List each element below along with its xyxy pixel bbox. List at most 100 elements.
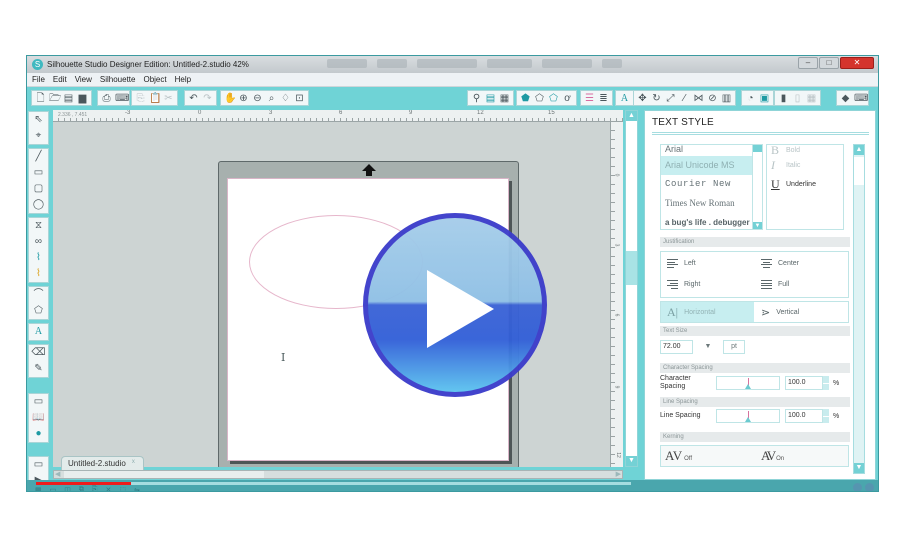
cut-settings-icon[interactable]: ▮ [778,93,789,104]
font-list[interactable]: Arial Arial Unicode MS Courier New Times… [660,144,763,230]
font-item[interactable]: Arial [661,145,762,156]
vertical-button[interactable]: ⋗ Vertical [755,302,849,322]
flip-icon[interactable]: ⇋ [134,486,140,491]
shear-icon[interactable]: ⁄ [679,93,690,104]
font-item-selected[interactable]: Arial Unicode MS [661,156,762,175]
grid-icon[interactable]: ▦ [806,93,817,104]
send-icon[interactable]: ⌨ [854,93,868,104]
menu-help[interactable]: Help [175,75,191,84]
text-style-icon[interactable]: A [619,93,630,104]
ellipse-tool-icon[interactable]: ◯ [31,197,47,213]
kerning-off-button[interactable]: AV Off [665,448,692,464]
line-style-icon[interactable]: ⬠ [534,93,545,104]
modify-icon[interactable]: ▥ [721,93,732,104]
shadow-icon[interactable]: ⬠ [548,93,559,104]
save-library-icon[interactable]: ▆ [77,93,88,104]
font-item[interactable]: Times New Roman [661,194,762,213]
help-icon[interactable] [865,483,874,491]
maximize-button[interactable]: □ [819,57,839,69]
line-spacing-slider[interactable] [716,409,780,423]
redo-icon[interactable]: ↷ [202,93,213,104]
text-tool-icon[interactable]: A [31,324,47,340]
scroll-up-icon[interactable]: ▲ [626,111,637,121]
offset-icon[interactable]: ◔ [745,93,756,104]
library-view-icon[interactable]: 📖 [31,410,47,426]
slider-knob[interactable] [745,384,751,389]
panel-scrollbar[interactable]: ▲ ▼ [853,144,865,474]
line-settings-icon[interactable]: ơ [562,93,573,104]
send-to-silhouette-icon[interactable]: ⌨ [115,93,129,104]
horizontal-scroll-thumb[interactable] [64,471,264,478]
horizontal-scrollbar[interactable]: ◀ ▶ [53,470,623,479]
font-list-scrollbar[interactable]: ▼ [752,145,762,229]
zoom-in-icon[interactable]: ⊕ [238,93,249,104]
text-size-unit[interactable]: pt [723,340,745,354]
slider-knob[interactable] [745,417,751,422]
line-tool-icon[interactable]: ╱ [31,149,47,165]
select-arrow-icon[interactable]: ⇖ [31,112,47,128]
freehand-tool-icon[interactable]: ⌇ [31,250,47,266]
eraser-icon[interactable]: ◆ [840,93,851,104]
eraser-tool-icon[interactable]: ⌫ [31,345,47,361]
line-style-icon-2[interactable]: ≣ [598,93,609,104]
cut-icon[interactable]: ✂ [163,93,174,104]
trace-icon[interactable]: ▣ [759,93,770,104]
vertical-scrollbar[interactable]: ▲ ▼ [625,110,638,467]
save-icon[interactable]: ▤ [63,93,74,104]
drag-zoom-icon[interactable]: ♢ [280,93,291,104]
justify-right-button[interactable]: Right [667,280,700,289]
panel-scroll-down-icon[interactable]: ▼ [854,463,864,473]
underline-option[interactable]: U Underline [767,175,843,194]
menu-edit[interactable]: Edit [53,75,67,84]
store-icon[interactable]: ● [31,426,47,442]
scale-icon[interactable]: ⤢ [665,93,676,104]
new-document-icon[interactable]: 🗋 [35,93,46,104]
font-item[interactable]: Courier New [661,175,762,194]
justify-center-button[interactable]: Center [761,259,799,268]
arrange-icon[interactable]: ⬚ [119,486,126,491]
close-button[interactable]: ✕ [840,57,874,69]
show-cut-settings-icon[interactable]: ▭ [31,394,47,410]
regular-polygon-tool-icon[interactable]: ⬠ [31,303,47,319]
line-spacing-input[interactable]: 100.0 [785,409,823,423]
scroll-right-icon[interactable]: ▶ [616,471,621,478]
bold-option[interactable]: B Bold [767,143,843,157]
delete-icon[interactable]: ✕ [105,486,111,491]
settings-icon[interactable] [853,483,862,491]
design-page-settings-icon[interactable]: ⚲ [471,93,482,104]
duplicate-icon[interactable]: ⎘ [92,486,98,491]
zoom-select-icon[interactable]: ⌕ [266,93,277,104]
weld-icon[interactable]: ⧉ [79,486,84,491]
menu-file[interactable]: File [32,75,45,84]
character-spacing-input[interactable]: 100.0 [785,376,823,390]
menu-silhouette[interactable]: Silhouette [100,75,136,84]
paste-icon[interactable]: 📋 [149,93,161,104]
text-size-dropdown[interactable]: ▼ [697,340,719,354]
ungroup-icon[interactable]: ▭ [50,486,57,491]
rectangle-tool-icon[interactable]: ▭ [31,165,47,181]
open-folder-icon[interactable]: 🗁 [49,93,61,104]
kerning-on-button[interactable]: AV On [761,448,784,464]
menu-view[interactable]: View [75,75,92,84]
replicate-icon[interactable]: ⊘ [707,93,718,104]
line-spacing-stepper[interactable] [823,409,829,423]
arc-tool-icon[interactable]: ⌒ [31,287,47,303]
zoom-out-icon[interactable]: ⊖ [252,93,263,104]
group-icon[interactable]: ▦ [35,486,42,491]
fill-color-icon[interactable]: ▤ [485,93,496,104]
scroll-left-icon[interactable]: ◀ [55,471,60,478]
font-scroll-up-icon[interactable] [753,145,762,152]
justify-full-button[interactable]: Full [761,280,789,289]
text-size-input[interactable]: 72.00 [660,340,693,354]
justify-left-button[interactable]: Left [667,259,696,268]
character-spacing-slider[interactable] [716,376,780,390]
rounded-rectangle-tool-icon[interactable]: ▢ [31,181,47,197]
undo-icon[interactable]: ↶ [188,93,199,104]
italic-option[interactable]: I Italic [767,156,843,175]
pan-hand-icon[interactable]: ✋ [224,93,236,104]
line-type-icon[interactable]: ☰ [584,93,595,104]
panel-scroll-up-icon[interactable]: ▲ [854,145,864,155]
character-spacing-stepper[interactable] [823,376,829,390]
font-scroll-down-icon[interactable]: ▼ [753,222,762,229]
play-button[interactable] [363,213,547,397]
